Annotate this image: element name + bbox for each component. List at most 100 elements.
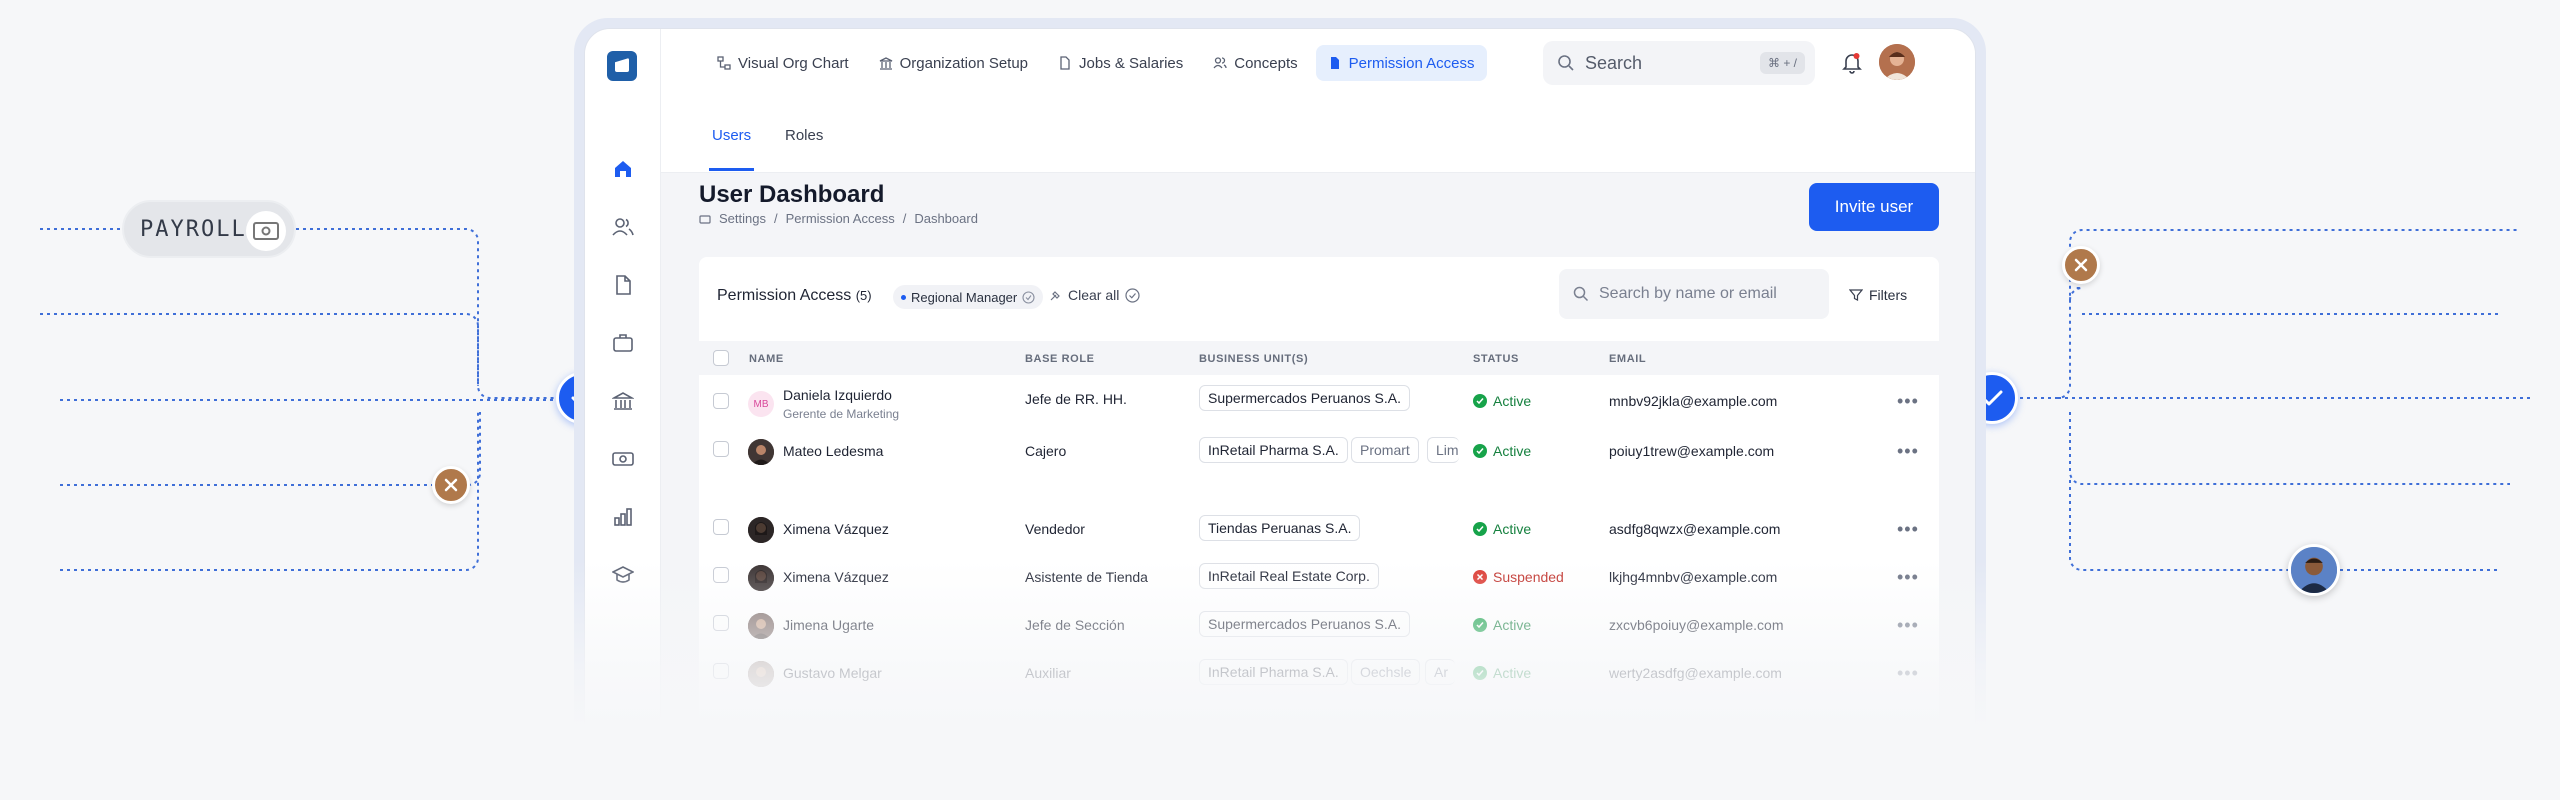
user-name: Ximena Vázquez [783,521,889,537]
breadcrumb: Settings / Permission Access / Dashboard [699,211,978,226]
nav-label: Concepts [1234,54,1298,72]
nav-permission-access[interactable]: Permission Access [1315,45,1487,81]
avatar [748,613,774,639]
nav-jobs-salaries[interactable]: Jobs & Salaries [1046,45,1195,81]
check-icon [1473,394,1487,408]
more-options-icon[interactable]: ••• [1897,567,1919,588]
table-row[interactable]: Ximena Vázquez Asistente de Tienda InRet… [699,553,1939,601]
org-chart-icon [717,56,731,70]
table-row[interactable]: MB Daniela Izquierdo Gerente de Marketin… [699,379,1939,427]
filter-chip[interactable]: Regional Manager [893,285,1044,309]
payroll-label: PAYROLL [140,216,247,242]
invite-user-button[interactable]: Invite user [1809,183,1939,231]
business-unit-tag: Supermercados Peruanos S.A. [1199,385,1410,411]
user-email: asdfg8qwzx@example.com [1609,521,1781,537]
user-subtitle: Gerente de Marketing [783,407,900,421]
more-options-icon[interactable]: ••• [1897,441,1919,462]
select-all-checkbox[interactable] [713,350,729,366]
column-header[interactable]: NAME [749,353,784,365]
topbar: Visual Org Chart Organization Setup Jobs… [661,29,1975,113]
nav-concepts[interactable]: Concepts [1201,45,1309,81]
nav-visual-org-chart[interactable]: Visual Org Chart [705,45,861,81]
column-header[interactable]: STATUS [1473,353,1519,365]
user-name: Jimena Ugarte [783,617,875,633]
column-header[interactable]: BUSINESS UNIT(S) [1199,353,1308,365]
settings-icon [699,214,711,224]
file-icon [1330,57,1339,69]
status-badge: Active [1473,617,1531,633]
row-checkbox[interactable] [713,519,729,535]
status-badge: Active [1473,443,1531,459]
filter-chip-label: Regional Manager [911,289,1018,305]
sidebar [585,29,661,799]
table-row[interactable]: Jimena Ugarte Jefe de Sección Supermerca… [699,601,1939,649]
nav-label: Jobs & Salaries [1079,54,1184,72]
user-email: zxcvb6poiuy@example.com [1609,617,1784,633]
row-checkbox[interactable] [713,615,729,631]
cash-icon [246,211,286,251]
more-options-icon[interactable]: ••• [1897,615,1919,636]
briefcase-icon[interactable] [609,329,637,357]
status-badge: Active [1473,393,1531,409]
users-icon[interactable] [609,213,637,241]
base-role: Jefe de RR. HH. [1025,391,1127,407]
user-email: werty2asdfg@example.com [1609,665,1782,681]
home-icon[interactable] [609,155,637,183]
breadcrumb-item[interactable]: Permission Access [786,211,895,226]
business-unit-tag: InRetail Real Estate Corp. [1199,563,1379,589]
column-header[interactable]: EMAIL [1609,353,1646,365]
close-icon [2062,246,2100,284]
row-checkbox[interactable] [713,567,729,583]
row-checkbox[interactable] [713,393,729,409]
cash-icon[interactable] [609,445,637,473]
avatar [748,565,774,591]
clear-all-label: Clear all [1068,287,1120,303]
table-row[interactable]: Mateo Ledesma Cajero InRetail Pharma S.A… [699,427,1939,475]
users-icon [1213,57,1227,69]
global-search-input[interactable]: Search ⌘ + / [1543,41,1815,85]
logo[interactable] [607,51,637,81]
user-search-input[interactable]: Search by name or email [1559,269,1829,319]
column-header[interactable]: BASE ROLE [1025,353,1095,365]
user-email: mnbv92jkla@example.com [1609,393,1778,409]
business-unit-tag: InRetail Pharma S.A. [1199,437,1348,463]
more-options-icon[interactable]: ••• [1897,663,1919,684]
row-checkbox[interactable] [713,663,729,679]
tab-roles[interactable]: Roles [785,127,823,171]
status-badge: Active [1473,521,1531,537]
graduation-cap-icon[interactable] [609,561,637,589]
nav-organization-setup[interactable]: Organization Setup [867,45,1040,81]
page-title: User Dashboard [699,181,885,208]
user-avatar[interactable] [1879,44,1915,80]
nav-label: Organization Setup [899,54,1029,72]
table-row[interactable]: Ximena Vázquez Vendedor Tiendas Peruanas… [699,505,1939,553]
more-options-icon[interactable]: ••• [1897,519,1919,540]
more-options-icon[interactable]: ••• [1897,391,1919,412]
main-nav: Visual Org Chart Organization Setup Jobs… [705,45,1487,81]
chart-icon[interactable] [609,503,637,531]
tab-users[interactable]: Users [709,127,755,171]
breadcrumb-item: Dashboard [914,211,978,226]
remove-chip-icon[interactable] [1022,290,1035,304]
table-row[interactable]: Gustavo Melgar Auxiliar InRetail Pharma … [699,649,1939,697]
chip-dot [901,294,906,300]
business-unit-tag: Promart [1351,437,1419,463]
breadcrumb-item[interactable]: Settings [719,211,766,226]
business-unit-tag: Supermercados Peruanos S.A. [1199,611,1410,637]
row-checkbox[interactable] [713,441,729,457]
status-label: Active [1493,521,1532,537]
sub-tabs: Users Roles [661,113,1975,173]
bell-icon[interactable] [1841,51,1863,80]
avatar [748,517,774,543]
permission-access-card: Permission Access (5) Regional Manager C… [699,257,1939,799]
base-role: Jefe de Sección [1025,617,1125,633]
base-role: Vendedor [1025,521,1085,537]
filters-button[interactable]: Filters [1849,287,1907,303]
avatar [748,439,774,465]
bank-icon[interactable] [609,387,637,415]
user-name: Mateo Ledesma [783,443,884,459]
clear-all-button[interactable]: Clear all [1049,287,1140,303]
check-icon [1473,666,1487,680]
avatar [748,661,774,687]
document-icon[interactable] [609,271,637,299]
